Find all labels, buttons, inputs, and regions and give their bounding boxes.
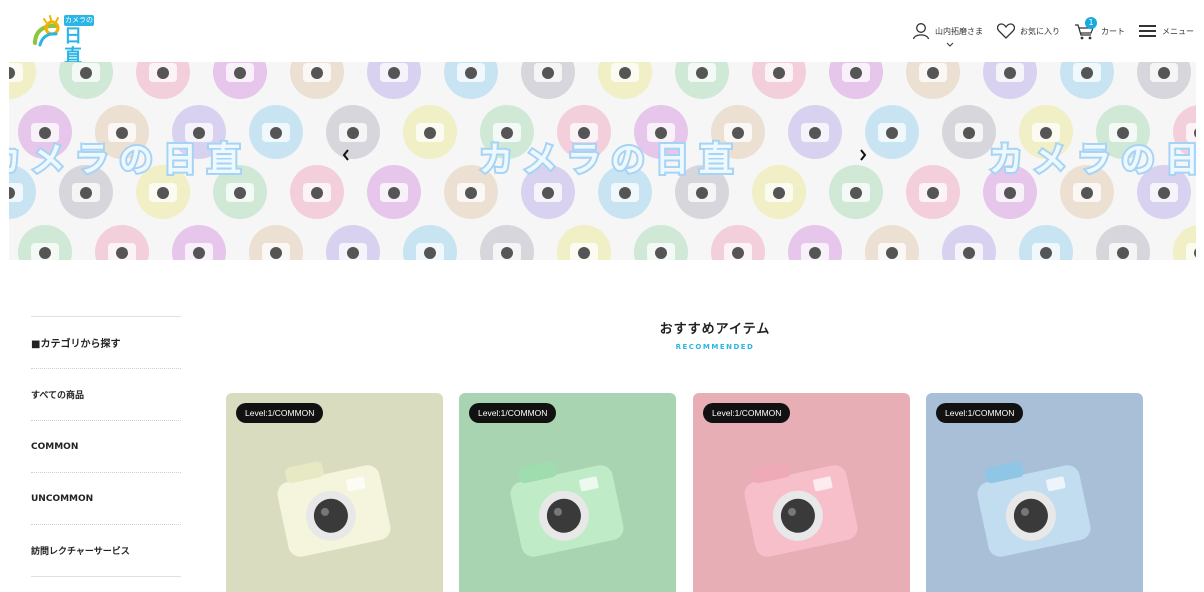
menu-label: メニュー (1162, 26, 1194, 36)
cart-count-badge: 1 (1085, 17, 1097, 29)
cart-label: カート (1101, 26, 1125, 36)
chevron-right-icon (860, 149, 867, 161)
header-nav: 山内拓磨さま お気に入り 1 カート メニュー (898, 17, 1194, 47)
section-title: おすすめアイテム (659, 322, 771, 337)
product-card[interactable]: Level:1/COMMON (926, 393, 1143, 592)
logo-badge: カメラの (64, 15, 94, 26)
category-heading: ■カテゴリから探す (31, 316, 181, 368)
category-item-lecture[interactable]: 訪問レクチャーサービス (31, 524, 181, 576)
cart-link[interactable]: 1 カート (1074, 17, 1125, 40)
logo-text: 日直 (64, 26, 83, 67)
favorites-label: お気に入り (1020, 26, 1060, 36)
banner-text: カメラの日直 (9, 138, 251, 182)
site-logo[interactable]: カメラの 日直 (30, 13, 100, 67)
user-name: 山内拓磨さま (935, 26, 983, 36)
product-card[interactable]: Level:1/COMMON (693, 393, 910, 592)
site-header: カメラの 日直 山内拓磨さま お気に入り 1 カート メニュー (0, 0, 1204, 67)
banner-text: カメラの日直 (987, 138, 1196, 182)
category-item-common[interactable]: COMMON (31, 420, 181, 472)
menu-button[interactable]: メニュー (1139, 24, 1194, 38)
category-item-all[interactable]: すべての商品 (31, 368, 181, 420)
chevron-down-icon (946, 40, 954, 49)
chevron-left-icon (342, 149, 349, 161)
category-item-uncommon[interactable]: UNCOMMON (31, 472, 181, 524)
product-card[interactable]: Level:1/COMMON (459, 393, 676, 592)
level-badge: Level:1/COMMON (703, 403, 791, 423)
user-menu[interactable]: 山内拓磨さま (912, 22, 983, 47)
section-subtitle: RECOMMENDED (675, 343, 755, 351)
favorites-link[interactable]: お気に入り (997, 23, 1060, 39)
level-badge: Level:1/COMMON (936, 403, 1024, 423)
heart-icon (997, 23, 1015, 39)
level-badge: Level:1/COMMON (236, 403, 324, 423)
category-sidebar: ■カテゴリから探す すべての商品 COMMON UNCOMMON 訪問レクチャー… (31, 316, 181, 577)
level-badge: Level:1/COMMON (469, 403, 557, 423)
hamburger-icon (1139, 24, 1157, 38)
banner-text: カメラの日直 (477, 138, 743, 182)
carousel-next-button[interactable] (858, 148, 878, 168)
user-icon (912, 22, 930, 40)
hero-carousel[interactable]: カメラの日直 カメラの日直 カメラの日直 (9, 62, 1196, 260)
carousel-prev-button[interactable] (341, 148, 361, 168)
divider (31, 576, 181, 577)
logo-mark-icon (33, 15, 60, 47)
product-card[interactable]: Level:1/COMMON (226, 393, 443, 592)
